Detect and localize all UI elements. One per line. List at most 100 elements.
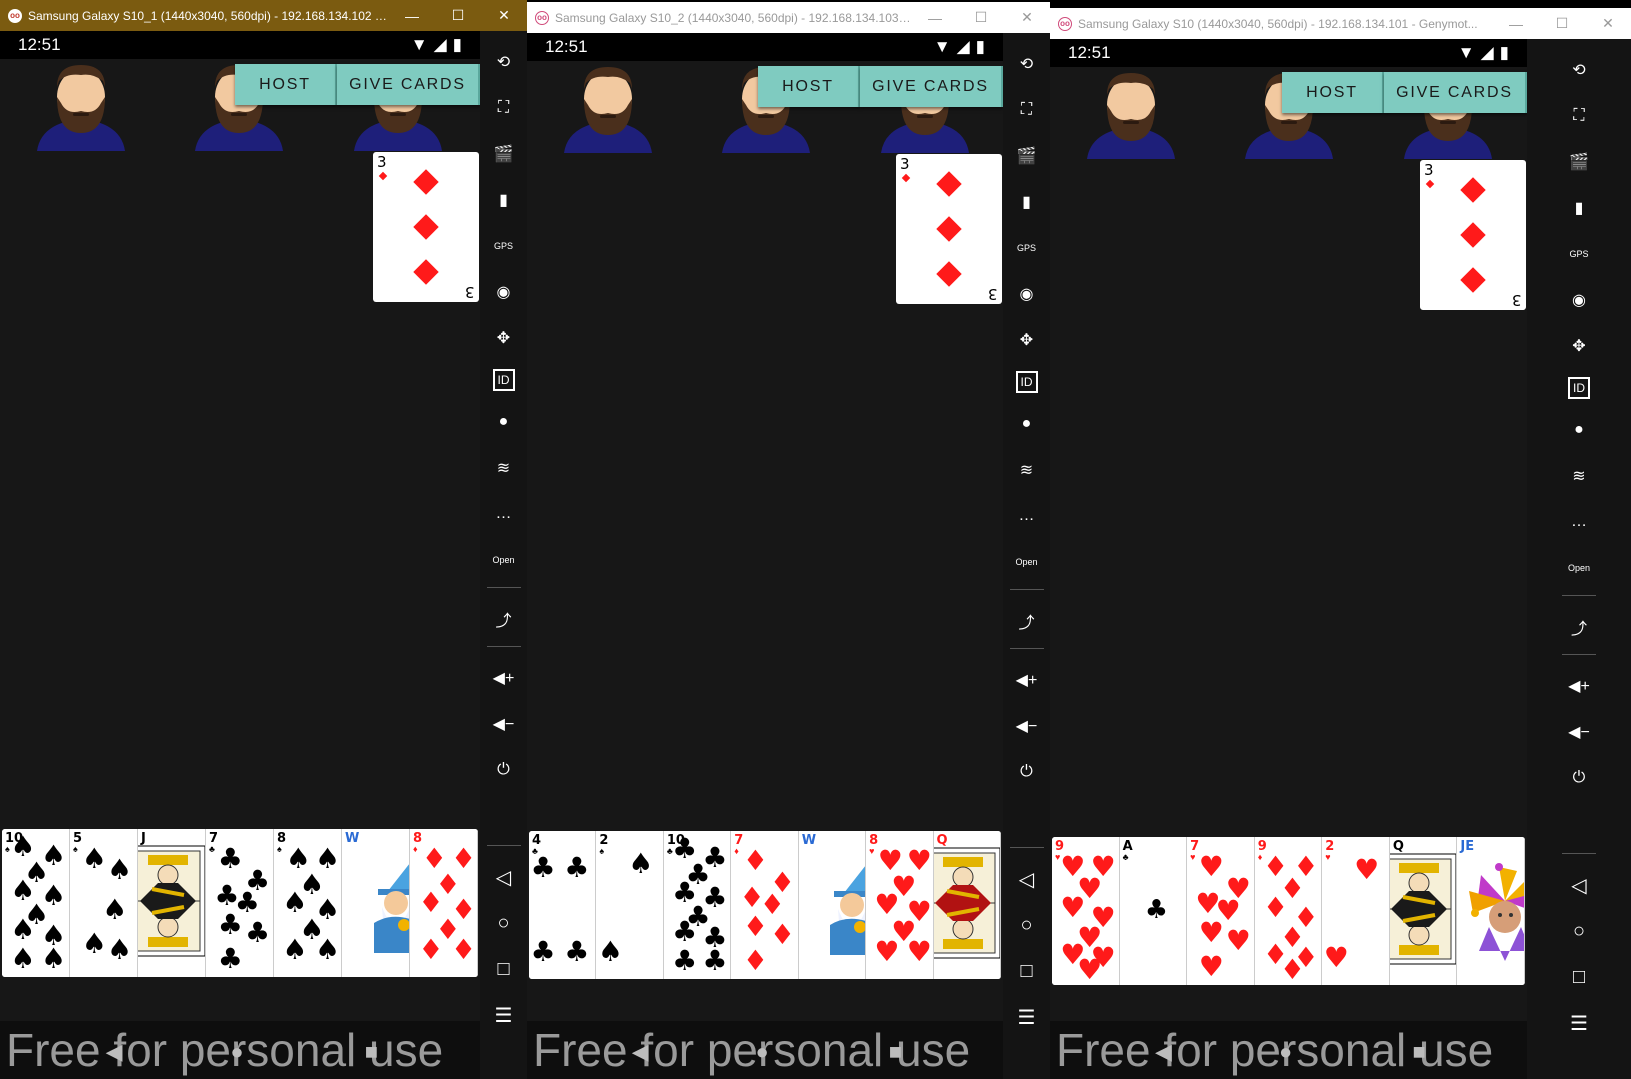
maximize-icon[interactable]: ☐ [435, 7, 481, 24]
capture-icon[interactable]: 🎬 [489, 139, 519, 169]
network-icon[interactable]: ≋ [1564, 461, 1594, 491]
toolbar-android-menu-icon[interactable]: ☰ [1012, 1002, 1042, 1032]
android-recents-icon[interactable]: ■ [365, 1039, 378, 1065]
identifiers-icon[interactable]: ID [492, 369, 515, 391]
minimize-icon[interactable]: — [912, 10, 958, 26]
hand-card[interactable]: JE [1457, 837, 1525, 985]
toolbar-android-back-icon[interactable]: ◁ [1012, 864, 1042, 894]
dpad-icon[interactable]: ✥ [1564, 331, 1594, 361]
host-button[interactable]: HOST [235, 64, 337, 105]
disk-io-icon[interactable]: ● [1564, 415, 1594, 445]
hand-card[interactable]: A ♣ ♣ [1119, 837, 1188, 985]
give-cards-button[interactable]: GIVE CARDS [1384, 72, 1527, 113]
power-icon[interactable]: ⏻ [489, 755, 519, 785]
phone-screen[interactable]: 12:51 ▼ ◢ ▮ HOST GIVE CARDS 3 3 4 ♣ ♣ ♣ ♣ ♣ 2 ♠ ♠ ♠ 10 ♣ ♣ ♣… [527, 33, 1003, 1079]
discard-pile-card[interactable]: 33 [896, 154, 1002, 304]
close-icon[interactable]: ✕ [1585, 15, 1631, 32]
minimize-icon[interactable]: — [389, 8, 435, 24]
rotate-icon[interactable]: ⟲ [489, 47, 519, 77]
toolbar-android-recents-icon[interactable]: □ [1564, 962, 1594, 992]
give-cards-button[interactable]: GIVE CARDS [860, 66, 1003, 107]
android-back-icon[interactable]: ◀ [106, 1039, 123, 1065]
power-icon[interactable]: ⏻ [1012, 757, 1042, 787]
disk-io-icon[interactable]: ● [1012, 409, 1042, 439]
give-cards-button[interactable]: GIVE CARDS [337, 64, 480, 105]
toolbar-android-home-icon[interactable]: ○ [1564, 916, 1594, 946]
hand-card[interactable]: 8 ♦ ♦ ♦ ♦ ♦ ♦ ♦ ♦ ♦ [410, 829, 478, 977]
hand-card[interactable]: 2 ♥ ♥ ♥ [1322, 837, 1390, 985]
discard-pile-card[interactable]: 33 [1420, 160, 1526, 310]
hand-card[interactable]: 10 ♠ ♠ ♠ ♠ ♠ ♠ ♠ ♠ ♠ ♠ ♠ [2, 829, 70, 977]
volume-down-icon[interactable]: ◀− [1564, 717, 1594, 747]
sms-icon[interactable]: … [489, 499, 519, 529]
toolbar-android-back-icon[interactable]: ◁ [489, 862, 519, 892]
identifiers-icon[interactable]: ID [1568, 377, 1590, 399]
android-home-icon[interactable]: ● [230, 1039, 243, 1065]
hand-card[interactable]: 4 ♣ ♣ ♣ ♣ ♣ [529, 831, 597, 979]
hand-card[interactable]: 7 ♥ ♥ ♥ ♥ ♥ ♥ ♥ ♥ [1187, 837, 1255, 985]
android-recents-icon[interactable]: ■ [1413, 1039, 1426, 1065]
hand-card[interactable]: J♣ [138, 829, 206, 977]
sms-icon[interactable]: … [1012, 501, 1042, 531]
close-icon[interactable]: ✕ [481, 7, 527, 24]
open-gapps-icon[interactable]: Open [1564, 553, 1594, 583]
network-icon[interactable]: ≋ [489, 453, 519, 483]
rotate-icon[interactable]: ⟲ [1012, 49, 1042, 79]
maximize-icon[interactable]: ☐ [1539, 15, 1585, 32]
hand-card[interactable]: 9 ♦ ♦ ♦ ♦ ♦ ♦ ♦ ♦ ♦ ♦ [1254, 837, 1323, 985]
toolbar-android-recents-icon[interactable]: □ [1012, 956, 1042, 986]
window-titlebar[interactable]: oo Samsung Galaxy S10_1 (1440x3040, 560dp… [0, 0, 527, 31]
battery-icon[interactable]: ▮ [489, 185, 519, 215]
open-gapps-icon[interactable]: Open [489, 545, 519, 575]
share-icon[interactable]: ⤴ [1012, 606, 1042, 636]
dpad-icon[interactable]: ✥ [489, 323, 519, 353]
pixel-perfect-icon[interactable]: ⛶ [489, 93, 519, 123]
hand-card[interactable]: 10 ♣ ♣ ♣ ♣ ♣ ♣ ♣ ♣ ♣ ♣ ♣ [663, 831, 732, 979]
toolbar-android-home-icon[interactable]: ○ [1012, 910, 1042, 940]
disk-io-icon[interactable]: ● [489, 407, 519, 437]
volume-up-icon[interactable]: ◀+ [1564, 671, 1594, 701]
share-icon[interactable]: ⤴ [489, 604, 519, 634]
toolbar-android-recents-icon[interactable]: □ [489, 954, 519, 984]
volume-down-icon[interactable]: ◀− [489, 709, 519, 739]
gps-icon[interactable]: GPS [489, 231, 519, 261]
android-home-icon[interactable]: ● [755, 1039, 768, 1065]
hand-card[interactable]: 7 ♦ ♦ ♦ ♦ ♦ ♦ ♦ ♦ [731, 831, 799, 979]
pixel-perfect-icon[interactable]: ⛶ [1564, 101, 1594, 131]
hand-card[interactable]: 7 ♣ ♣ ♣ ♣ ♣ ♣ ♣ ♣ [206, 829, 274, 977]
phone-screen[interactable]: 12:51 ▼ ◢ ▮ HOST GIVE CARDS 3 3 9 ♥ ♥ ♥ ♥ ♥ ♥ ♥ ♥ ♥ ♥ A ♣ ♣ 7… [1050, 39, 1527, 1079]
window-titlebar[interactable]: oo Samsung Galaxy S10 (1440x3040, 560dpi)… [1050, 8, 1631, 39]
phone-screen[interactable]: 12:51 ▼ ◢ ▮ HOST GIVE CARDS 3 3 10 ♠ ♠ ♠ ♠ ♠ ♠ ♠ ♠ ♠ ♠ ♠ 5 ♠… [0, 31, 480, 1079]
hand-card[interactable]: W [342, 829, 410, 977]
capture-icon[interactable]: 🎬 [1564, 147, 1594, 177]
maximize-icon[interactable]: ☐ [958, 9, 1004, 26]
share-icon[interactable]: ⤴ [1564, 612, 1594, 642]
window-titlebar[interactable]: oo Samsung Galaxy S10_2 (1440x3040, 560dp… [527, 2, 1050, 33]
hand-card[interactable]: Q♠ [1389, 837, 1458, 985]
hand-card[interactable]: 8 ♠ ♠ ♠ ♠ ♠ ♠ ♠ ♠ ♠ [274, 829, 342, 977]
hand-card[interactable]: 5 ♠ ♠ ♠ ♠ ♠ ♠ [70, 829, 138, 977]
android-back-icon[interactable]: ◀ [1155, 1039, 1172, 1065]
toolbar-android-home-icon[interactable]: ○ [489, 908, 519, 938]
open-gapps-icon[interactable]: Open [1012, 547, 1042, 577]
camera-icon[interactable]: ◉ [1012, 279, 1042, 309]
hand-card[interactable]: Q♦ [933, 831, 1001, 979]
camera-icon[interactable]: ◉ [1564, 285, 1594, 315]
android-back-icon[interactable]: ◀ [632, 1039, 649, 1065]
gps-icon[interactable]: GPS [1564, 239, 1594, 269]
android-recents-icon[interactable]: ■ [889, 1039, 902, 1065]
host-button[interactable]: HOST [1282, 72, 1384, 113]
rotate-icon[interactable]: ⟲ [1564, 55, 1594, 85]
volume-up-icon[interactable]: ◀+ [1012, 665, 1042, 695]
power-icon[interactable]: ⏻ [1564, 763, 1594, 793]
identifiers-icon[interactable]: ID [1015, 371, 1038, 393]
hand-card[interactable]: 9 ♥ ♥ ♥ ♥ ♥ ♥ ♥ ♥ ♥ ♥ [1052, 837, 1120, 985]
capture-icon[interactable]: 🎬 [1012, 141, 1042, 171]
android-home-icon[interactable]: ● [1279, 1039, 1292, 1065]
host-button[interactable]: HOST [758, 66, 860, 107]
discard-pile-card[interactable]: 33 [373, 152, 479, 302]
battery-icon[interactable]: ▮ [1012, 187, 1042, 217]
minimize-icon[interactable]: — [1493, 16, 1539, 32]
hand-card[interactable]: 8 ♥ ♥ ♥ ♥ ♥ ♥ ♥ ♥ ♥ [866, 831, 934, 979]
toolbar-android-back-icon[interactable]: ◁ [1564, 870, 1594, 900]
